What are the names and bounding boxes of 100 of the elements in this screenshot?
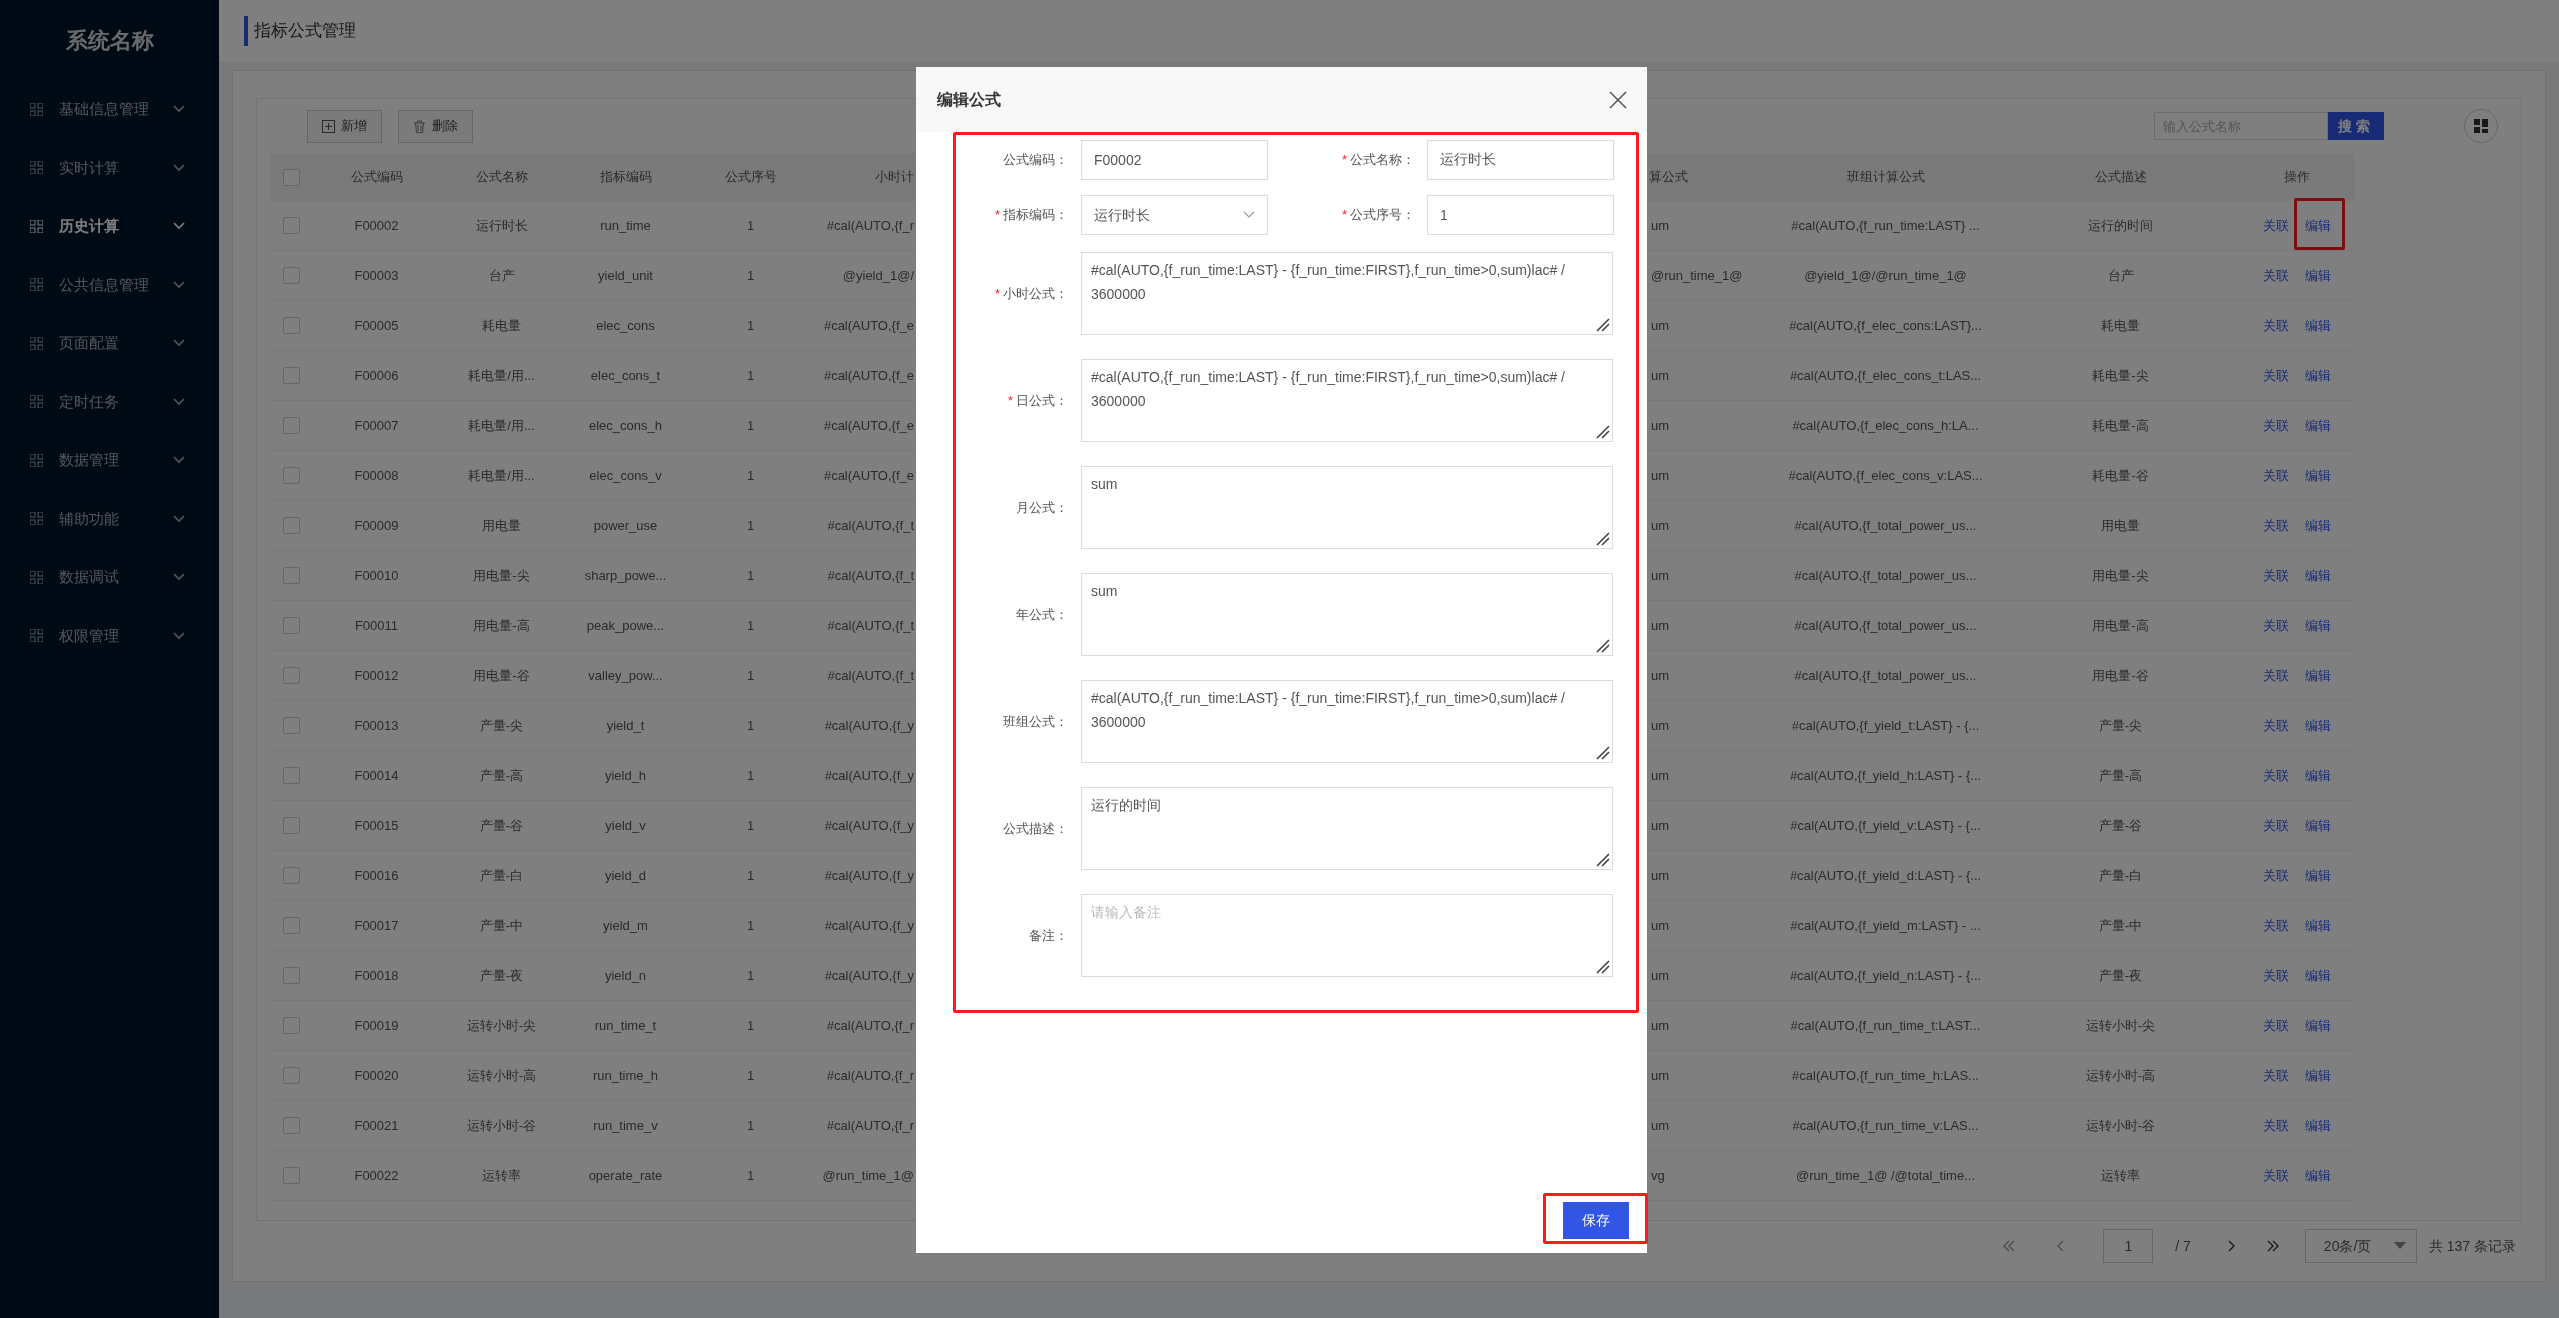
- row-checkbox[interactable]: [283, 767, 300, 784]
- row-checkbox[interactable]: [283, 717, 300, 734]
- action-link[interactable]: 编辑: [2304, 1117, 2331, 1133]
- sidebar-item[interactable]: 公共信息管理: [0, 255, 219, 314]
- action-link[interactable]: 编辑: [2304, 317, 2331, 333]
- action-link[interactable]: 编辑: [2304, 717, 2331, 733]
- save-button[interactable]: 保存: [1563, 1202, 1629, 1239]
- system-title: 系统名称: [64, 26, 155, 55]
- text-area[interactable]: #cal(AUTO,{f_run_time:LAST} - {f_run_time:FIRST},f_run_time>0,sum)lac# / 3600000: [1081, 252, 1613, 335]
- table-cell-text: um: [1650, 566, 1671, 585]
- action-link[interactable]: 关联: [2262, 567, 2289, 583]
- action-link[interactable]: 关联: [2262, 717, 2289, 733]
- row-checkbox[interactable]: [283, 617, 300, 634]
- toolbar-button[interactable]: 新增: [307, 109, 382, 143]
- sidebar-item[interactable]: 数据管理: [0, 431, 219, 490]
- action-link[interactable]: 关联: [2262, 317, 2289, 333]
- field-label: 备注：: [1029, 926, 1068, 945]
- action-link[interactable]: 关联: [2262, 967, 2289, 983]
- row-checkbox[interactable]: [283, 517, 300, 534]
- action-link[interactable]: 编辑: [2304, 617, 2331, 633]
- action-link[interactable]: 关联: [2262, 217, 2289, 233]
- action-link[interactable]: 编辑: [2304, 517, 2331, 533]
- action-link[interactable]: 编辑: [2304, 767, 2331, 783]
- action-link[interactable]: 关联: [2262, 1167, 2289, 1183]
- action-link[interactable]: 关联: [2262, 617, 2289, 633]
- table-cell-text: F00019: [353, 1016, 400, 1035]
- toolbar-button[interactable]: 删除: [398, 109, 473, 143]
- action-link[interactable]: 关联: [2262, 1117, 2289, 1133]
- row-checkbox[interactable]: [283, 317, 300, 334]
- action-link[interactable]: 编辑: [2304, 967, 2331, 983]
- sidebar-item[interactable]: 权限管理: [0, 606, 219, 665]
- text-area[interactable]: #cal(AUTO,{f_run_time:LAST} - {f_run_time:FIRST},f_run_time>0,sum)lac# / 3600000: [1081, 680, 1613, 763]
- sidebar-item[interactable]: 数据调试: [0, 548, 219, 607]
- input-field[interactable]: 1: [1427, 195, 1614, 235]
- action-link[interactable]: 编辑: [2304, 217, 2331, 233]
- row-checkbox[interactable]: [283, 667, 300, 684]
- action-link[interactable]: 关联: [2262, 867, 2289, 883]
- sidebar-item[interactable]: 历史计算: [0, 197, 219, 256]
- action-link[interactable]: 编辑: [2304, 467, 2331, 483]
- table-cell-text: 产量-尖: [2097, 716, 2144, 735]
- action-link[interactable]: 关联: [2262, 817, 2289, 833]
- row-checkbox[interactable]: [283, 217, 300, 234]
- input-field[interactable]: F00002: [1081, 140, 1268, 180]
- sidebar-item[interactable]: 辅助功能: [0, 489, 219, 548]
- action-link[interactable]: 关联: [2262, 1067, 2289, 1083]
- row-checkbox[interactable]: [283, 567, 300, 584]
- row-checkbox[interactable]: [283, 1117, 300, 1134]
- action-link[interactable]: 编辑: [2304, 1167, 2331, 1183]
- sidebar-item[interactable]: 页面配置: [0, 314, 219, 373]
- text-area[interactable]: #cal(AUTO,{f_run_time:LAST} - {f_run_time:FIRST},f_run_time>0,sum)lac# / 3600000: [1081, 359, 1613, 442]
- row-checkbox[interactable]: [283, 917, 300, 934]
- action-link[interactable]: 编辑: [2304, 367, 2331, 383]
- action-link[interactable]: 编辑: [2304, 917, 2331, 933]
- sidebar-label: 辅助功能: [59, 508, 120, 529]
- row-checkbox[interactable]: [283, 467, 300, 484]
- row-checkbox[interactable]: [283, 168, 300, 186]
- action-link[interactable]: 编辑: [2304, 417, 2331, 433]
- row-checkbox[interactable]: [283, 367, 300, 384]
- text-area[interactable]: 请输入备注: [1081, 894, 1613, 977]
- table-cell-text: F00009: [353, 516, 400, 535]
- action-link[interactable]: 关联: [2262, 517, 2289, 533]
- action-link[interactable]: 编辑: [2304, 267, 2331, 283]
- row-checkbox[interactable]: [283, 817, 300, 834]
- table-cell-text: 产量-谷: [478, 816, 525, 835]
- sidebar-item[interactable]: 定时任务: [0, 372, 219, 431]
- row-checkbox[interactable]: [283, 267, 300, 284]
- caret-icon: [2393, 1242, 2406, 1250]
- action-link[interactable]: 编辑: [2304, 817, 2331, 833]
- search-button[interactable]: 搜索: [2328, 112, 2384, 140]
- text-area[interactable]: 运行的时间: [1081, 787, 1613, 870]
- table-cell-text: 耗电量/用...: [467, 416, 536, 435]
- action-link[interactable]: 编辑: [2304, 1017, 2331, 1033]
- text-area[interactable]: sum: [1081, 466, 1613, 549]
- action-link[interactable]: 编辑: [2304, 567, 2331, 583]
- row-checkbox[interactable]: [283, 1067, 300, 1084]
- page-size-select[interactable]: 20条/页: [2304, 1229, 2417, 1263]
- close-button[interactable]: [1607, 88, 1629, 111]
- row-checkbox[interactable]: [283, 1017, 300, 1034]
- action-link[interactable]: 关联: [2262, 467, 2289, 483]
- sidebar-item[interactable]: 实时计算: [0, 138, 219, 197]
- action-link[interactable]: 关联: [2262, 917, 2289, 933]
- row-checkbox[interactable]: [283, 1167, 300, 1184]
- row-checkbox[interactable]: [283, 867, 300, 884]
- action-link[interactable]: 关联: [2262, 417, 2289, 433]
- row-checkbox[interactable]: [283, 417, 300, 434]
- action-link[interactable]: 关联: [2262, 1017, 2289, 1033]
- input-field[interactable]: 运行时长: [1427, 140, 1614, 180]
- sidebar-item[interactable]: 基础信息管理: [0, 80, 219, 139]
- select-field[interactable]: 运行时长: [1081, 195, 1268, 235]
- text-area[interactable]: sum: [1081, 573, 1613, 656]
- action-link[interactable]: 关联: [2262, 267, 2289, 283]
- action-link[interactable]: 关联: [2262, 367, 2289, 383]
- action-link[interactable]: 关联: [2262, 767, 2289, 783]
- page-field[interactable]: 1: [2103, 1229, 2154, 1263]
- action-link[interactable]: 关联: [2262, 667, 2289, 683]
- row-checkbox[interactable]: [283, 967, 300, 984]
- action-link[interactable]: 编辑: [2304, 867, 2331, 883]
- table-cell-text: #cal(AUTO,{f_t: [826, 516, 914, 535]
- action-link[interactable]: 编辑: [2304, 667, 2331, 683]
- action-link[interactable]: 编辑: [2304, 1067, 2331, 1083]
